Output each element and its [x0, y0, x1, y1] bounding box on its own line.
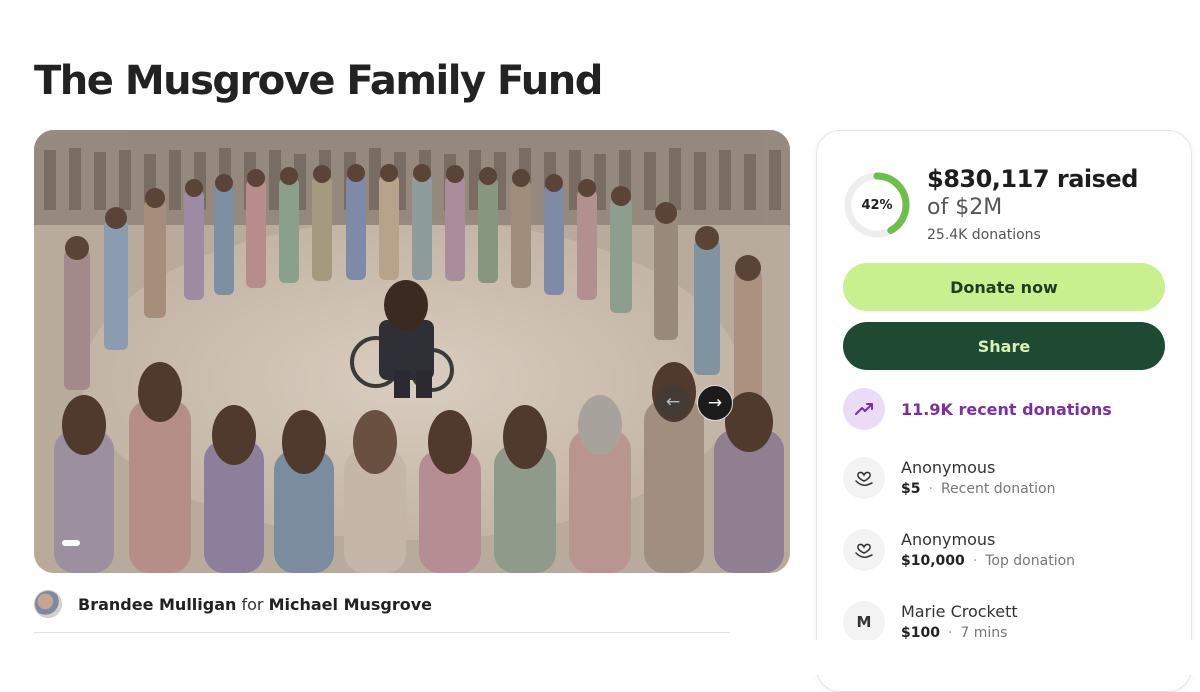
page-title: The Musgrove Family Fund	[34, 58, 603, 104]
heart-hand-icon	[843, 529, 885, 571]
donation-card: 42% $830,117 raised of $2M 25.4K donatio…	[816, 130, 1192, 692]
donation-note: Recent donation	[940, 481, 1056, 497]
donation-count: 25.4K donations	[927, 227, 1041, 243]
donor-name: Anonymous	[901, 530, 996, 549]
avatar[interactable]	[34, 590, 62, 618]
donor-item: Anonymous $10,000 · Top donation	[843, 529, 1075, 571]
organizer-connector: for	[241, 594, 264, 614]
progress-percent: 42%	[861, 197, 893, 213]
donor-item: M Marie Crockett $100 · 7 mins	[843, 601, 1018, 643]
recent-donations-link[interactable]: 11.9K recent donations	[843, 388, 1112, 430]
trending-up-icon	[843, 388, 885, 430]
donor-name: Anonymous	[901, 458, 996, 477]
goal-amount: of $2M	[927, 195, 1003, 220]
donation-note: 7 mins	[960, 625, 1008, 641]
amount-raised: $830,117 raised	[927, 165, 1138, 193]
carousel-indicator[interactable]	[62, 540, 80, 546]
donation-amount: $100	[901, 625, 940, 641]
donate-now-button[interactable]: Donate now	[843, 263, 1165, 311]
arrow-left-icon: ←	[665, 392, 681, 412]
donation-amount: $10,000	[901, 553, 965, 569]
organizer-name[interactable]: Brandee Mulligan	[78, 595, 236, 614]
arrow-right-icon: →	[707, 393, 723, 413]
avatar: M	[843, 601, 885, 643]
donor-item: Anonymous $5 · Recent donation	[843, 457, 1056, 499]
donation-note: Top donation	[985, 553, 1076, 569]
hero-image[interactable]	[34, 130, 790, 573]
organizer-line: Brandee Mulligan for Michael Musgrove	[34, 590, 432, 618]
heart-hand-icon	[843, 457, 885, 499]
donor-name: Marie Crockett	[901, 602, 1018, 621]
share-button[interactable]: Share	[843, 322, 1165, 370]
donation-amount: $5	[901, 481, 921, 497]
page-bottom-edge	[0, 640, 1200, 675]
next-image-button[interactable]: →	[697, 385, 733, 421]
organizer-text: Brandee Mulligan for Michael Musgrove	[78, 595, 432, 614]
recent-donations-label: 11.9K recent donations	[901, 399, 1112, 419]
campaign-illustration	[34, 130, 790, 573]
beneficiary-name[interactable]: Michael Musgrove	[269, 595, 432, 614]
divider	[34, 632, 730, 633]
previous-image-button[interactable]: ←	[656, 385, 690, 419]
